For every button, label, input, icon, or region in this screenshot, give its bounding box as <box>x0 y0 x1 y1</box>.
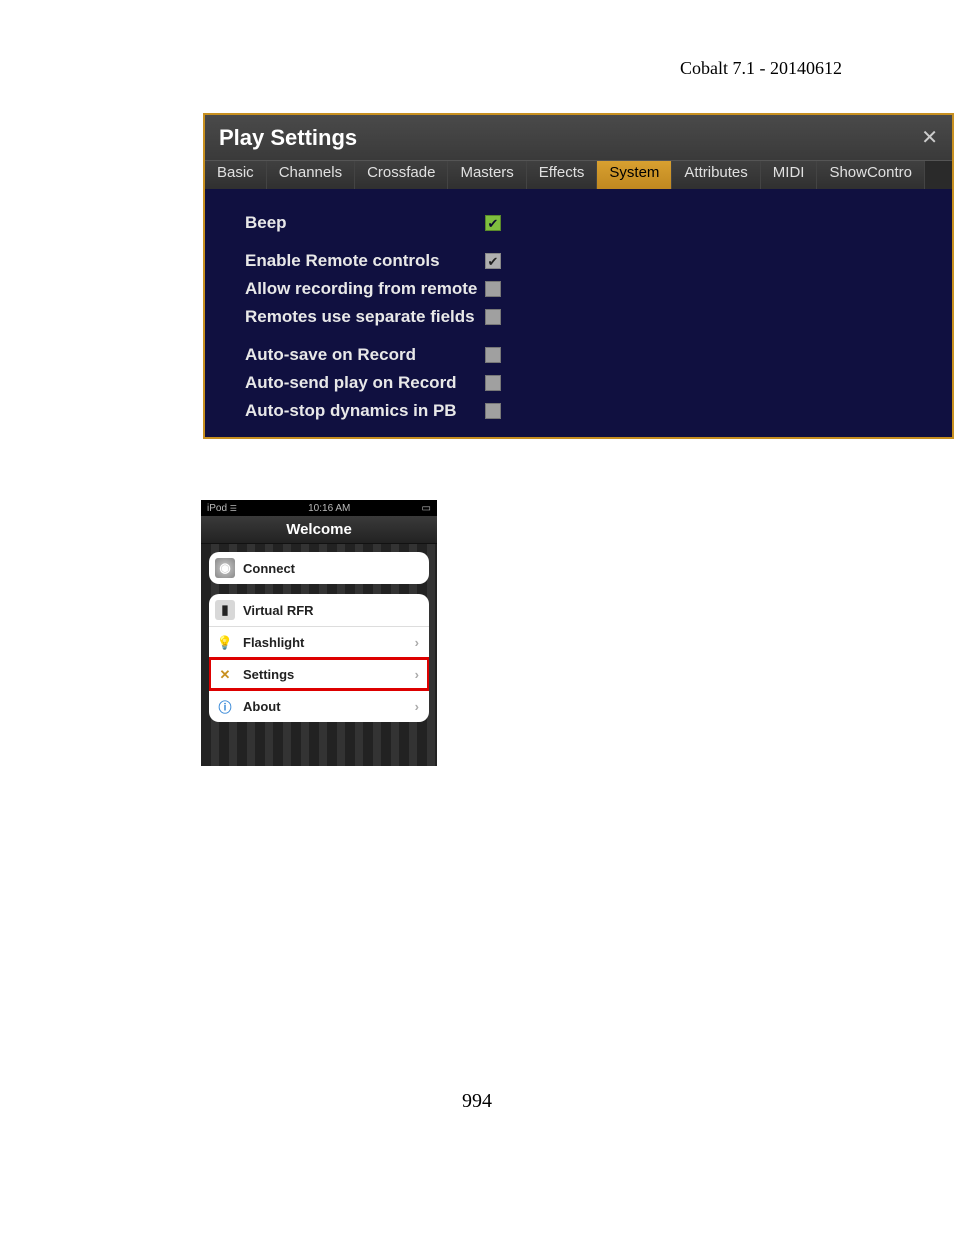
page-number: 994 <box>0 1090 954 1113</box>
list-item-flashlight[interactable]: 💡 Flashlight › <box>209 626 429 658</box>
device-label: iPod <box>207 503 237 514</box>
tab-effects[interactable]: Effects <box>527 161 598 189</box>
status-time: 10:16 AM <box>308 503 350 514</box>
chevron-right-icon: › <box>415 667 419 682</box>
tab-crossfade[interactable]: Crossfade <box>355 161 448 189</box>
dialog-titlebar: Play Settings ✕ <box>205 115 952 161</box>
list-item-virtual-rfr[interactable]: ▮ Virtual RFR <box>209 594 429 626</box>
tab-bar: BasicChannelsCrossfadeMastersEffectsSyst… <box>205 161 952 189</box>
setting-row: Auto-send play on Record <box>245 369 932 397</box>
list-group: ▮ Virtual RFR 💡 Flashlight › ✕ Settings › ⓘ About… <box>209 594 429 722</box>
page-header: Cobalt 7.1 - 20140612 <box>680 58 842 79</box>
setting-row: Enable Remote controls✔ <box>245 247 932 275</box>
checkbox[interactable] <box>485 309 501 325</box>
setting-label: Auto-send play on Record <box>245 373 485 393</box>
tab-channels[interactable]: Channels <box>267 161 355 189</box>
info-icon: ⓘ <box>215 697 235 717</box>
checkbox[interactable] <box>485 375 501 391</box>
list-item-label: Virtual RFR <box>243 603 314 618</box>
battery-icon: ▭ <box>422 503 431 514</box>
tab-showcontro[interactable]: ShowContro <box>817 161 925 189</box>
setting-row: Auto-save on Record <box>245 341 932 369</box>
checkbox[interactable]: ✔ <box>485 253 501 269</box>
list-item-label: About <box>243 699 281 714</box>
chevron-right-icon: › <box>415 635 419 650</box>
setting-label: Remotes use separate fields <box>245 307 485 327</box>
close-icon[interactable]: ✕ <box>921 125 938 150</box>
tab-masters[interactable]: Masters <box>448 161 526 189</box>
setting-row: Remotes use separate fields <box>245 303 932 331</box>
dialog-title: Play Settings <box>219 125 357 151</box>
wifi-icon <box>230 503 237 514</box>
tab-system[interactable]: System <box>597 161 672 189</box>
checkbox[interactable] <box>485 281 501 297</box>
list-item-settings[interactable]: ✕ Settings › <box>209 658 429 690</box>
bulb-icon: 💡 <box>215 633 235 653</box>
settings-body: Beep✔Enable Remote controls✔Allow record… <box>205 189 952 425</box>
setting-row: Allow recording from remote <box>245 275 932 303</box>
setting-label: Auto-save on Record <box>245 345 485 365</box>
setting-row: Auto-stop dynamics in PB <box>245 397 932 425</box>
setting-label: Allow recording from remote <box>245 279 485 299</box>
tab-midi[interactable]: MIDI <box>761 161 818 189</box>
globe-icon: ◉ <box>215 558 235 578</box>
list-item-label: Settings <box>243 667 294 682</box>
chevron-right-icon: › <box>415 699 419 714</box>
ipod-body: ◉ Connect ▮ Virtual RFR 💡 Flashlight › ✕ Setting… <box>201 544 437 766</box>
ipod-screenshot: iPod 10:16 AM ▭ Welcome ◉ Connect ▮ Virtual… <box>201 500 437 766</box>
tab-attributes[interactable]: Attributes <box>672 161 760 189</box>
list-item-connect[interactable]: ◉ Connect <box>209 552 429 584</box>
play-settings-dialog: Play Settings ✕ BasicChannelsCrossfadeMa… <box>203 113 954 439</box>
checkbox[interactable]: ✔ <box>485 215 501 231</box>
tab-basic[interactable]: Basic <box>205 161 267 189</box>
rfr-icon: ▮ <box>215 600 235 620</box>
list-item-label: Flashlight <box>243 635 304 650</box>
checkbox[interactable] <box>485 347 501 363</box>
setting-label: Enable Remote controls <box>245 251 485 271</box>
nav-title: Welcome <box>201 516 437 544</box>
tools-icon: ✕ <box>215 665 235 685</box>
setting-label: Beep <box>245 213 485 233</box>
setting-label: Auto-stop dynamics in PB <box>245 401 485 421</box>
status-bar: iPod 10:16 AM ▭ <box>201 500 437 516</box>
list-item-about[interactable]: ⓘ About › <box>209 690 429 722</box>
checkbox[interactable] <box>485 403 501 419</box>
list-group: ◉ Connect <box>209 552 429 584</box>
list-item-label: Connect <box>243 561 295 576</box>
setting-row: Beep✔ <box>245 209 932 237</box>
